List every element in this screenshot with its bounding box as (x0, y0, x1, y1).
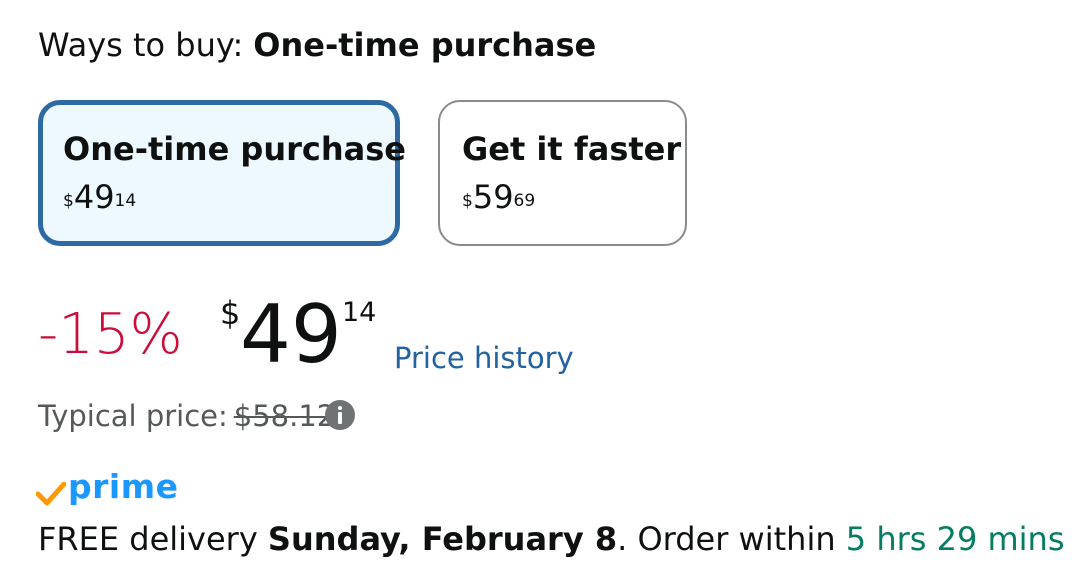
option-title: One-time purchase (63, 130, 406, 168)
typical-price: Typical price: $58.12 (38, 396, 335, 436)
price-cents: 14 (114, 191, 137, 211)
option-price: $5969 (462, 177, 535, 217)
ways-to-buy-label: Ways to buy: (38, 26, 244, 64)
price-history-link[interactable]: Price history (394, 338, 574, 378)
price-symbol: $ (63, 191, 74, 211)
ways-to-buy-selected: One-time purchase (253, 26, 597, 64)
ways-to-buy-row: Ways to buy: One-time purchase (38, 24, 596, 66)
typical-price-value: $58.12 (233, 399, 336, 433)
price-cents: 69 (513, 191, 536, 211)
prime-wordmark: prime (68, 467, 179, 506)
info-icon[interactable] (325, 400, 355, 430)
prime-check-icon (36, 482, 66, 506)
price-whole: 49 (73, 178, 115, 216)
delivery-prefix: FREE delivery (38, 520, 268, 558)
delivery-message: FREE delivery Sunday, February 8. Order … (38, 518, 1065, 560)
delivery-date: Sunday, February 8 (267, 520, 618, 558)
price-whole: 59 (472, 178, 514, 216)
delivery-middle: . Order within (617, 520, 846, 558)
price-symbol: $ (220, 294, 241, 332)
option-price: $4914 (63, 177, 136, 217)
price-symbol: $ (462, 191, 473, 211)
price-cents: 14 (342, 297, 377, 328)
option-one-time-purchase[interactable]: One-time purchase $4914 (38, 100, 406, 246)
option-get-it-faster[interactable]: Get it faster $5969 (438, 100, 687, 246)
typical-price-label: Typical price: (38, 399, 228, 433)
order-countdown: 5 hrs 29 mins (845, 520, 1065, 558)
prime-logo: prime (36, 468, 186, 508)
discount-percent: -15% (38, 302, 183, 367)
option-title: Get it faster (462, 130, 682, 168)
price-whole: 49 (240, 288, 342, 381)
